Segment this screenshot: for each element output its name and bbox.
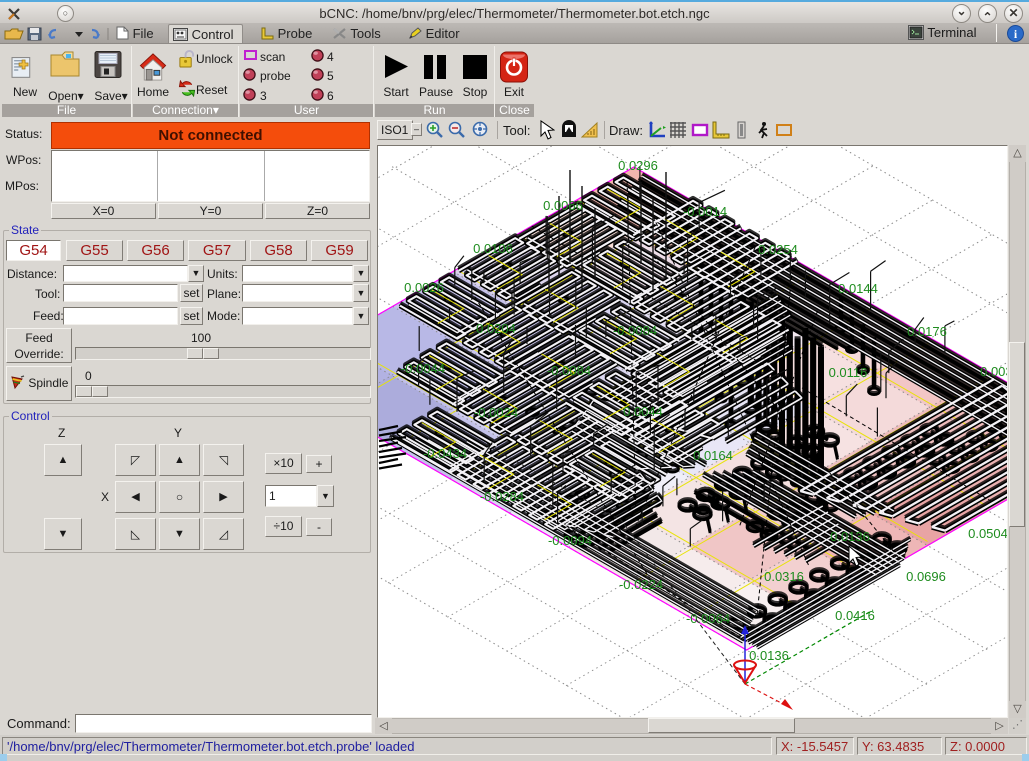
svg-text:0.0044: 0.0044 [623,404,663,419]
svg-text:-0.0224: -0.0224 [619,577,663,592]
svg-text:0.0144: 0.0144 [838,281,878,296]
svg-text:-0.0084: -0.0084 [613,323,657,338]
svg-text:0.0136: 0.0136 [749,648,789,663]
svg-text:-0.0014: -0.0014 [683,204,727,219]
svg-text:0.0026: 0.0026 [404,280,444,295]
svg-text:-0.0094: -0.0094 [548,533,592,548]
svg-text:0.0034: 0.0034 [980,364,1007,379]
svg-text:-0.0024: -0.0024 [474,405,518,420]
svg-text:0.0204: 0.0204 [476,321,516,336]
svg-text:0.0254: 0.0254 [758,242,798,257]
svg-text:0.0106: 0.0106 [473,241,513,256]
svg-text:0.0296: 0.0296 [618,158,658,173]
svg-text:0.0136: 0.0136 [830,529,870,544]
svg-text:-0.0084: -0.0084 [547,363,591,378]
svg-text:-0.0284: -0.0284 [480,489,524,504]
svg-text:-0.0434: -0.0434 [423,446,467,461]
svg-text:0.0316: 0.0316 [764,569,804,584]
svg-text:0.0176: 0.0176 [907,324,947,339]
svg-text:-0.0044: -0.0044 [401,361,445,376]
svg-text:0.0696: 0.0696 [906,569,946,584]
svg-text:0.0504: 0.0504 [968,526,1007,541]
svg-text:0.0116: 0.0116 [829,365,868,380]
svg-text:0.0164: 0.0164 [693,448,733,463]
svg-text:-0.0064: -0.0064 [686,611,730,626]
svg-text:0.0066: 0.0066 [543,198,583,213]
